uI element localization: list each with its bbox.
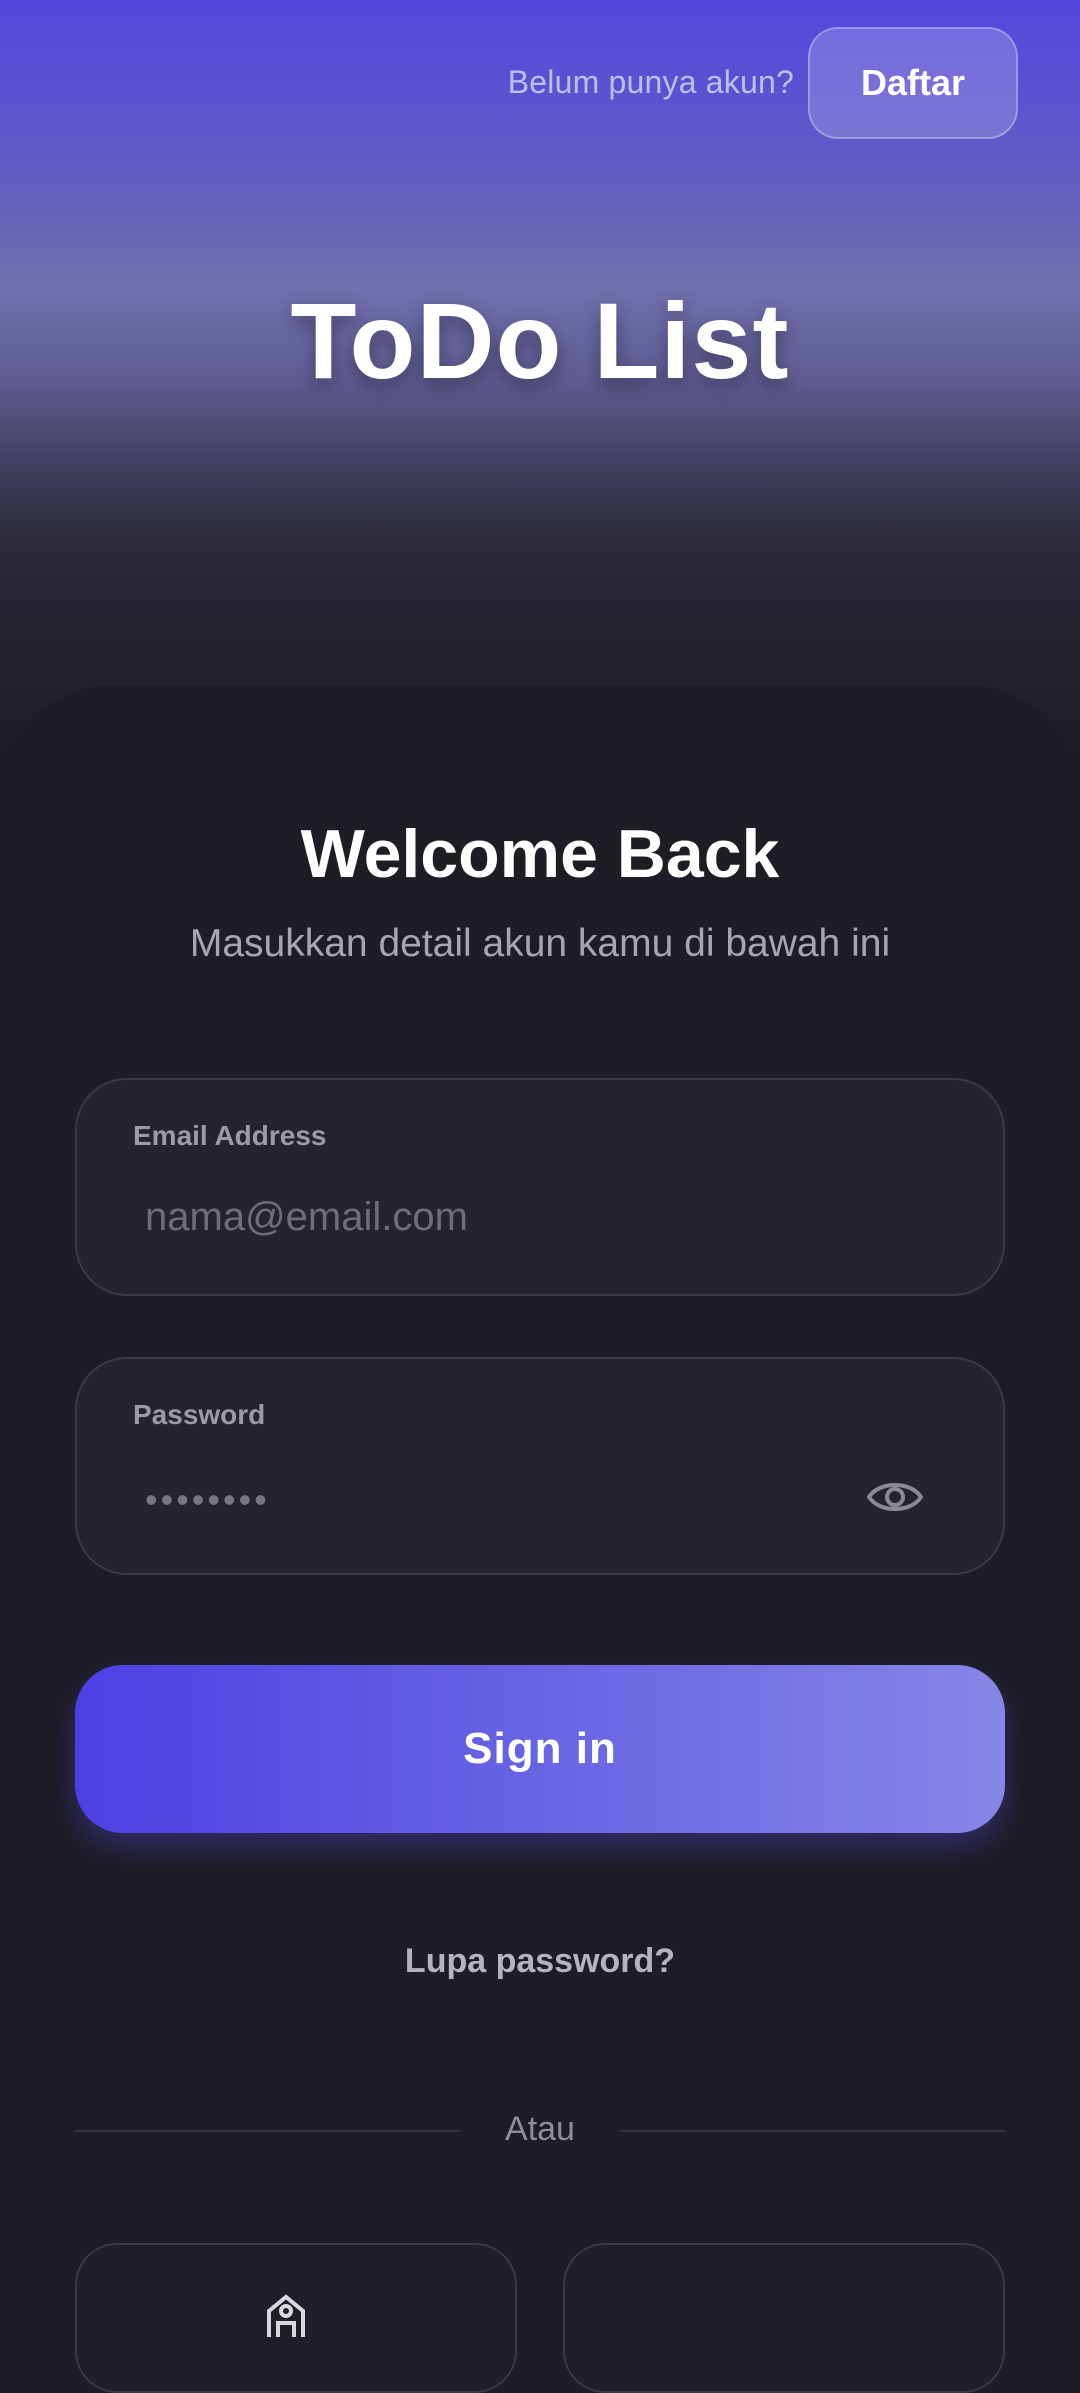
building-icon bbox=[267, 2294, 305, 2337]
register-button[interactable]: Daftar bbox=[808, 26, 1018, 139]
forgot-password-link[interactable]: Lupa password? bbox=[0, 1942, 1080, 1981]
eye-icon[interactable] bbox=[867, 1477, 923, 1517]
top-bar: Belum punya akun? Daftar bbox=[508, 25, 1018, 140]
divider-right bbox=[620, 2130, 1005, 2132]
welcome-heading: Welcome Back bbox=[300, 816, 780, 892]
app-title: ToDo List bbox=[290, 280, 790, 401]
email-label: Email Address bbox=[133, 1120, 327, 1151]
login-subtitle: Masukkan detail akun kamu di bawah ini bbox=[189, 922, 891, 965]
password-field[interactable]: Password •••••••• bbox=[75, 1357, 1005, 1575]
email-placeholder: nama@email.com bbox=[145, 1195, 468, 1239]
sign-in-button[interactable]: Sign in bbox=[75, 1665, 1005, 1833]
email-field[interactable]: Email Address nama@email.com bbox=[75, 1078, 1005, 1296]
social-login-button-left[interactable] bbox=[75, 2243, 517, 2393]
password-label: Password bbox=[133, 1399, 266, 1430]
social-login-button-right[interactable] bbox=[563, 2243, 1005, 2393]
register-prompt: Belum punya akun? bbox=[507, 64, 794, 100]
password-value: •••••••• bbox=[145, 1479, 270, 1520]
